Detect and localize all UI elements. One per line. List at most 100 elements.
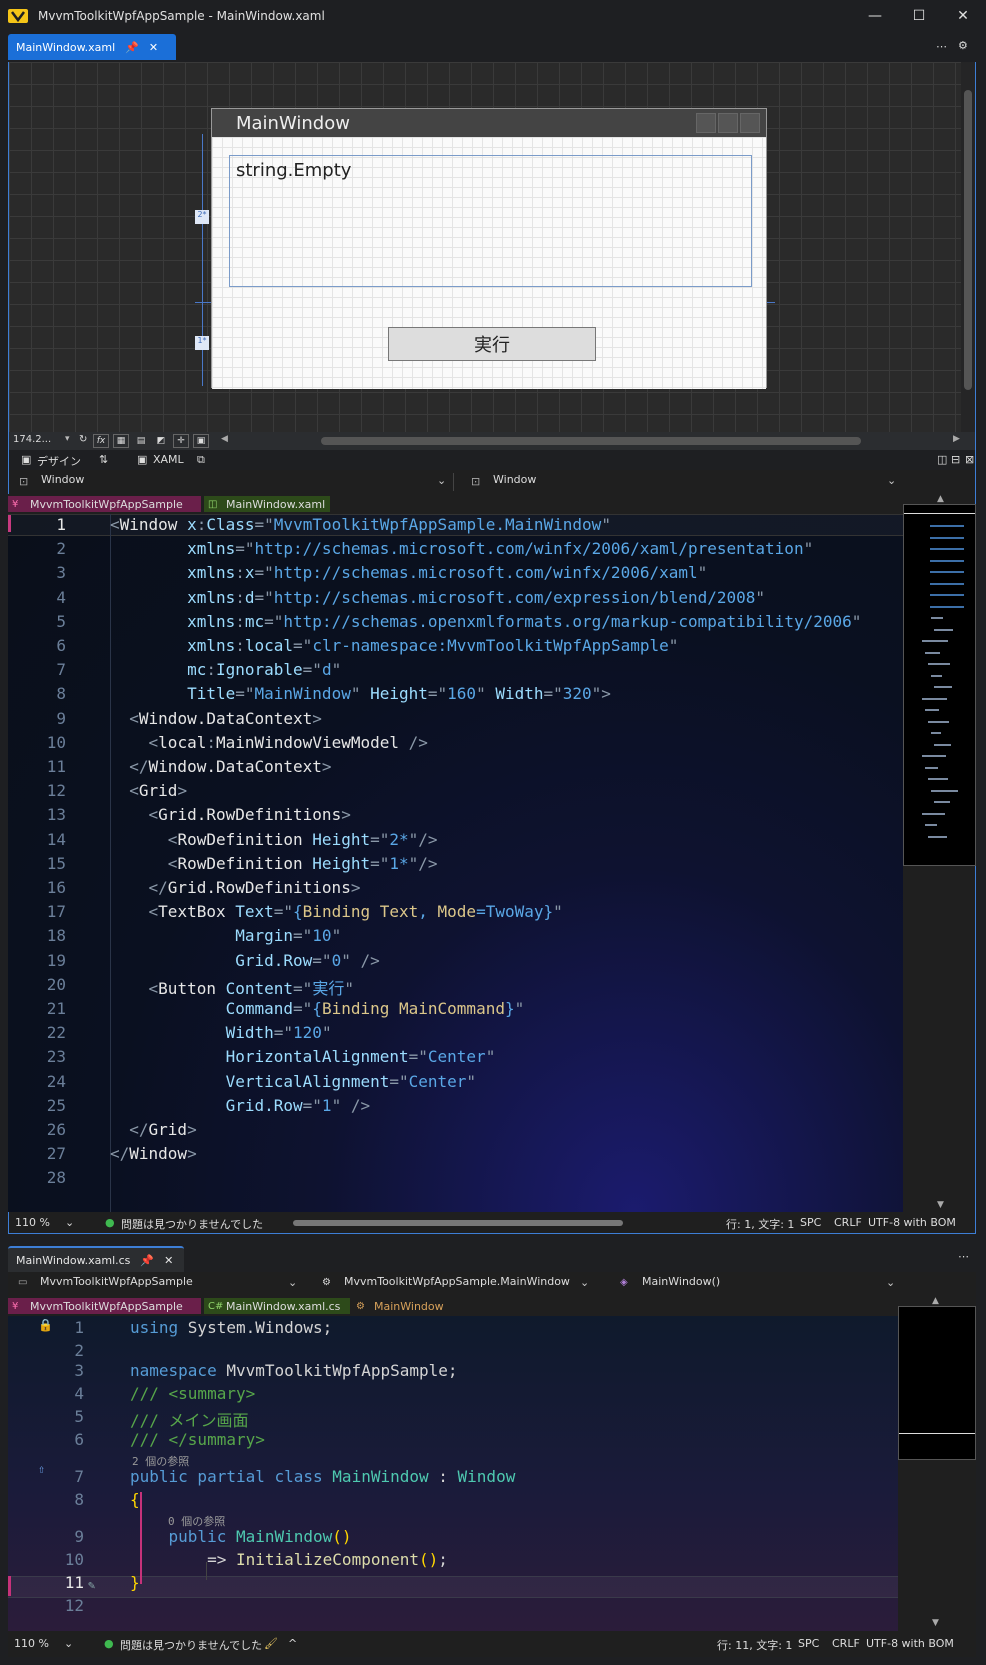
artboard-icon[interactable]: ◩ bbox=[153, 434, 169, 448]
chevron-up-icon[interactable]: ^ bbox=[288, 1637, 297, 1650]
chevron-down-icon[interactable]: ⌄ bbox=[64, 1637, 73, 1650]
design-window-preview[interactable]: MainWindow string.Empty 実行 bbox=[211, 108, 767, 389]
tab-mainwindow-xaml[interactable]: MainWindow.xaml 📌 ✕ bbox=[8, 34, 176, 60]
code-token: Height bbox=[312, 853, 371, 873]
scroll-down-icon[interactable]: ▼ bbox=[932, 1618, 939, 1628]
maximize-button[interactable]: ☐ bbox=[896, 0, 942, 32]
file-encoding[interactable]: UTF-8 with BOM bbox=[866, 1637, 954, 1650]
close-window-button[interactable]: ✕ bbox=[940, 0, 986, 32]
scroll-left-icon[interactable]: ◀ bbox=[221, 434, 228, 444]
chevron-down-icon[interactable]: ▾ bbox=[65, 434, 70, 444]
class-dropdown[interactable]: MvvmToolkitWpfAppSample.MainWindow bbox=[318, 1275, 594, 1293]
code-token: Text bbox=[235, 902, 274, 922]
cs-minimap[interactable] bbox=[898, 1306, 976, 1460]
swap-panes-icon[interactable]: ⇅ bbox=[99, 453, 108, 466]
code-token: xmlns bbox=[187, 587, 236, 607]
vertical-split-icon[interactable]: ◫ bbox=[937, 453, 947, 466]
design-view-icon[interactable]: ▣ bbox=[21, 453, 31, 466]
refresh-icon[interactable]: ↻ bbox=[79, 434, 87, 445]
chevron-down-icon[interactable]: ⌄ bbox=[288, 1276, 297, 1289]
popout-xaml-icon[interactable]: ⧉ bbox=[197, 453, 205, 467]
cursor-position[interactable]: 行: 11, 文字: 1 bbox=[717, 1637, 792, 1653]
cs-code-editor[interactable]: 🔒 ⇧ ✎ 1 using System.Windows; 2 3 namespace … bbox=[8, 1316, 898, 1631]
member-dropdown[interactable]: MainWindow() bbox=[616, 1275, 906, 1293]
row-size-marker[interactable]: 1* bbox=[195, 336, 209, 350]
element-dropdown-right[interactable]: Window bbox=[467, 473, 887, 491]
device-icon[interactable]: ▣ bbox=[193, 434, 209, 448]
chevron-down-icon[interactable]: ⌄ bbox=[580, 1276, 589, 1289]
tab-mainwindow-xaml-cs[interactable]: MainWindow.xaml.cs 📌 ✕ bbox=[8, 1246, 184, 1272]
code-token: clr-namespace:MvvmToolkitWpfAppSample bbox=[312, 636, 669, 655]
cleanup-brush-icon[interactable]: 🖌 bbox=[264, 1637, 278, 1650]
xaml-code-editor[interactable]: 1 <Window x:Class="MvvmToolkitWpfAppSampl… bbox=[8, 514, 903, 1212]
designer-zoom-dropdown[interactable]: 174.2... bbox=[13, 434, 51, 445]
pin-icon[interactable]: 📌 bbox=[140, 1254, 154, 1267]
issues-status[interactable]: 問題は見つかりませんでした bbox=[120, 1637, 262, 1653]
design-xaml-split-bar: ▣ デザイン ⇅ ▣ XAML ⧉ ◫ ⊟ ⊠ bbox=[8, 450, 976, 470]
xaml-minimap[interactable] bbox=[903, 504, 976, 866]
xaml-view-icon[interactable]: ▣ bbox=[137, 453, 147, 466]
pin-icon[interactable]: 📌 bbox=[125, 41, 139, 54]
chevron-down-icon[interactable]: ⌄ bbox=[65, 1216, 74, 1229]
snap-grid-icon[interactable]: ▤ bbox=[133, 434, 149, 448]
scroll-up-icon[interactable]: ▲ bbox=[932, 1296, 939, 1306]
minimize-button[interactable]: — bbox=[852, 0, 898, 32]
code-token: d bbox=[244, 587, 255, 607]
close-tab-icon[interactable]: ✕ bbox=[164, 1254, 173, 1267]
close-tab-icon[interactable]: ✕ bbox=[149, 41, 158, 54]
code-token: Class bbox=[206, 515, 255, 534]
code-token: " /> bbox=[331, 1095, 371, 1115]
file-encoding[interactable]: UTF-8 with BOM bbox=[868, 1216, 956, 1229]
minimap-line bbox=[930, 559, 964, 562]
designer-horizontal-scrollbar[interactable] bbox=[321, 437, 861, 445]
xaml-designer-surface[interactable]: 2* 1* MainWindow string.Empty 実行 bbox=[8, 62, 976, 432]
horizontal-scrollbar[interactable] bbox=[293, 1220, 623, 1226]
minimap-line bbox=[930, 582, 964, 585]
line-number: 1 bbox=[74, 1318, 84, 1337]
horizontal-split-icon[interactable]: ⊟ bbox=[951, 453, 960, 466]
design-tab[interactable]: デザイン bbox=[37, 453, 81, 469]
settings-gear-icon[interactable]: ⚙ bbox=[958, 39, 968, 52]
class-crumb[interactable]: ⚙ MainWindow bbox=[352, 1298, 472, 1314]
code-token: TextBox bbox=[158, 902, 236, 922]
tab-overflow-icon[interactable]: ⋯ bbox=[936, 40, 947, 53]
scroll-down-icon[interactable]: ▼ bbox=[937, 1200, 944, 1210]
scroll-up-icon[interactable]: ▲ bbox=[937, 494, 944, 504]
zoom-dropdown[interactable]: 110 % bbox=[14, 1637, 49, 1650]
line-ending[interactable]: CRLF bbox=[834, 1216, 862, 1229]
file-crumb[interactable]: ◫ MainWindow.xaml bbox=[204, 496, 330, 512]
cursor-position[interactable]: 行: 1, 文字: 1 bbox=[726, 1216, 794, 1232]
preview-execute-button[interactable]: 実行 bbox=[388, 327, 596, 361]
chevron-down-icon[interactable]: ⌄ bbox=[886, 1276, 895, 1289]
row-size-marker[interactable]: 2* bbox=[195, 210, 209, 224]
chevron-down-icon[interactable]: ⌄ bbox=[887, 474, 896, 487]
whitespace-mode[interactable]: SPC bbox=[800, 1216, 821, 1229]
preview-textbox[interactable]: string.Empty bbox=[229, 155, 752, 287]
code-token: RowDefinition bbox=[177, 853, 313, 873]
designer-vertical-scrollbar[interactable] bbox=[961, 62, 975, 432]
tab-overflow-icon[interactable]: ⋯ bbox=[958, 1250, 969, 1263]
scroll-right-icon[interactable]: ▶ bbox=[953, 434, 960, 444]
xaml-tab[interactable]: XAML bbox=[153, 453, 184, 466]
scrollbar-thumb[interactable] bbox=[964, 90, 972, 390]
whitespace-mode[interactable]: SPC bbox=[798, 1637, 819, 1650]
element-dropdown-left[interactable]: Window bbox=[15, 473, 455, 491]
line-ending[interactable]: CRLF bbox=[832, 1637, 860, 1650]
preview-maximize-icon bbox=[718, 113, 738, 133]
snap-lines-icon[interactable]: ✛ bbox=[173, 434, 189, 448]
grid-icon[interactable]: ▦ bbox=[113, 434, 129, 448]
zoom-dropdown[interactable]: 110 % bbox=[15, 1216, 50, 1229]
issues-status[interactable]: 問題は見つかりませんでした bbox=[121, 1216, 263, 1232]
project-dropdown[interactable]: MvvmToolkitWpfAppSample bbox=[14, 1275, 304, 1293]
collapse-pane-icon[interactable]: ⊠ bbox=[965, 453, 974, 466]
project-crumb[interactable]: ¥ MvvmToolkitWpfAppSample bbox=[8, 1298, 201, 1314]
effects-icon[interactable]: fx bbox=[93, 434, 109, 448]
project-crumb[interactable]: ¥ MvvmToolkitWpfAppSample bbox=[8, 496, 201, 512]
chevron-down-icon[interactable]: ⌄ bbox=[437, 474, 446, 487]
minimap-line bbox=[934, 743, 951, 746]
file-crumb[interactable]: C# MainWindow.xaml.cs bbox=[204, 1298, 350, 1314]
